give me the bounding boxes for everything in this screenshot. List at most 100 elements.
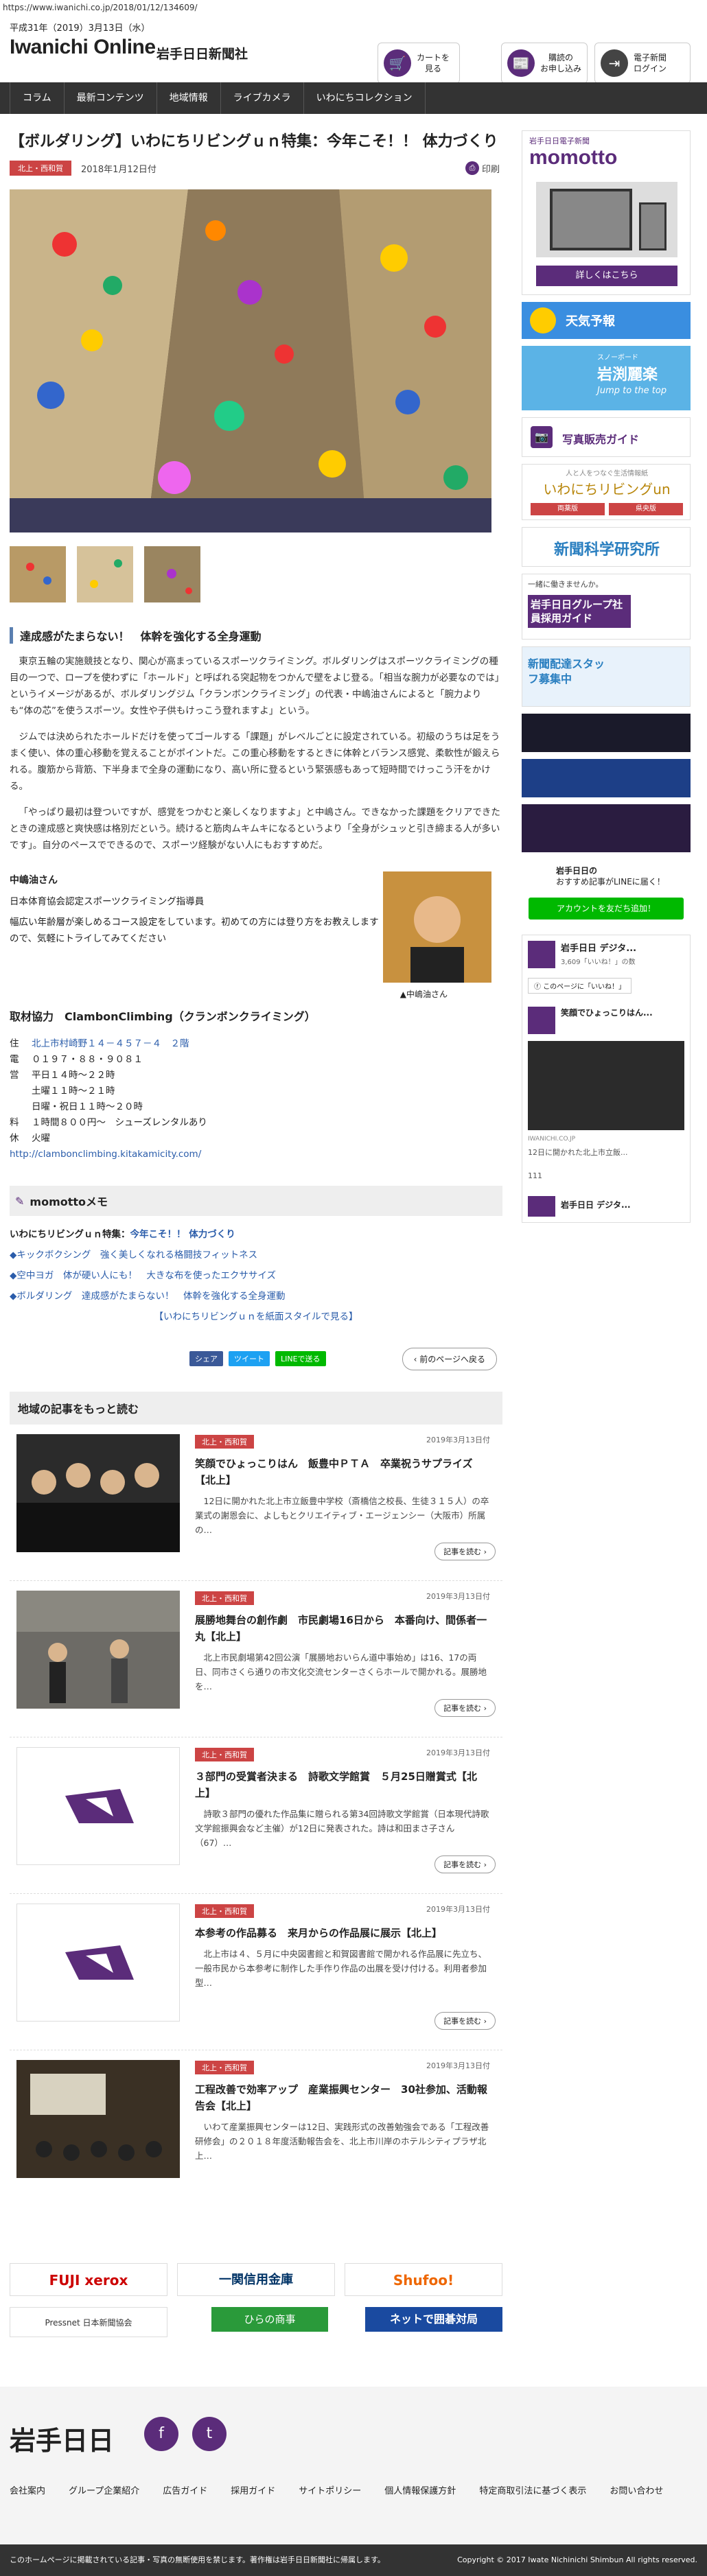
thumbnail-1[interactable]: [10, 546, 66, 602]
article-card[interactable]: 北上・西和賀 2019年3月13日付 本参考の作品募る 来月からの作品展に展示【…: [10, 1894, 502, 2050]
card-title[interactable]: 工程改善で効率アップ 産業振興センター 30社参加、活動報告会【北上】: [195, 2081, 490, 2114]
footer-link[interactable]: 特定商取引法に基づく表示: [479, 2480, 586, 2503]
footer-logo[interactable]: 岩手日日: [10, 2420, 114, 2457]
read-more-button[interactable]: 記事を読む ›: [434, 2012, 496, 2030]
facebook-share-button[interactable]: シェア: [189, 1351, 223, 1366]
cart-button[interactable]: 🛒 カートを 見る: [378, 43, 460, 84]
paper-style-link[interactable]: 【いわにちリビングｕｎを紙面スタイルで見る】: [10, 1307, 502, 1327]
footer-link[interactable]: サイトポリシー: [299, 2480, 361, 2503]
address-link[interactable]: 北上市村崎野１４－４５７－４ ２階: [32, 1036, 189, 1052]
card-title[interactable]: 本参考の作品募る 来月からの作品展に展示【北上】: [195, 1925, 490, 1941]
sponsor-ad[interactable]: Pressnet 日本新聞協会: [10, 2307, 167, 2337]
article-card[interactable]: 北上・西和賀 2019年3月13日付 笑顔でひょっこりはん 飯豊中ＰＴＡ 卒業祝…: [10, 1425, 502, 1581]
footer-link[interactable]: 採用ガイド: [231, 2480, 275, 2503]
card-excerpt: 北上市民劇場第42回公演「展勝地おいらん道中事始め」は16、17の両日、同市さく…: [195, 1652, 487, 1691]
sponsor-ad[interactable]: FUJI xerox: [10, 2263, 167, 2296]
info-hours: 土曜１１時～２１時: [32, 1086, 115, 1097]
sponsor-ad[interactable]: ネットで囲碁対局: [365, 2307, 502, 2332]
subscribe-button[interactable]: 📰 購読の お申し込み: [501, 43, 588, 84]
card-excerpt: 北上市は４、５月に中央図書館と和賀図書館で開かれる作品展に先立ち、一般市民から本…: [195, 1949, 487, 1988]
ad-4k-banner[interactable]: [522, 714, 691, 752]
article-photo[interactable]: [10, 189, 491, 532]
back-button[interactable]: ‹ 前のページへ戻る: [402, 1347, 497, 1370]
card-image-placeholder[interactable]: [16, 1904, 180, 2022]
footer-link[interactable]: お問い合わせ: [610, 2480, 663, 2503]
facebook-icon[interactable]: f: [144, 2417, 178, 2451]
print-button[interactable]: ⎙ 印刷: [465, 161, 500, 175]
iwabuchi-banner[interactable]: スノーボード 岩渕麗楽 Jump to the top: [522, 346, 691, 410]
card-category[interactable]: 北上・西和賀: [195, 2061, 254, 2074]
memo-lead-link[interactable]: 今年こそ！！ 体力づくり: [130, 1229, 235, 1240]
memo-heading-label: momottoメモ: [30, 1195, 108, 1208]
momotto-banner[interactable]: 岩手日日電子新聞 momotto 詳しくはこちら: [522, 130, 691, 295]
memo-link[interactable]: ◆ボルダリング 達成感がたまらない！ 体幹を強化する全身運動: [10, 1286, 502, 1307]
science-banner[interactable]: 新聞科学研究所: [522, 527, 691, 567]
photo-sales-banner[interactable]: 📷 写真販売ガイド: [522, 417, 691, 457]
read-more-button[interactable]: 記事を読む ›: [434, 1699, 496, 1717]
card-date: 2019年3月13日付: [426, 2061, 490, 2070]
line-send-button[interactable]: LINEで送る: [275, 1351, 326, 1366]
fb-page-name[interactable]: 岩手日日 デジタ...: [561, 941, 636, 954]
fb-like-button[interactable]: ⓕ このページに「いいね！」: [528, 978, 631, 994]
card-date: 2019年3月13日付: [426, 1592, 490, 1601]
read-more-button[interactable]: 記事を読む ›: [434, 1543, 496, 1560]
category-badge[interactable]: 北上・西和賀: [10, 161, 71, 176]
sponsor-ad[interactable]: Shufoo!: [345, 2263, 502, 2296]
card-date: 2019年3月13日付: [426, 1748, 490, 1757]
science-label: 新聞科学研究所: [553, 541, 660, 559]
fb-post-title[interactable]: 笑顔でひょっこりはん...: [561, 1007, 684, 1018]
footer-link[interactable]: 広告ガイド: [163, 2480, 207, 2503]
nav-livecam[interactable]: ライブカメラ: [221, 82, 304, 114]
website-link[interactable]: http://clambonclimbing.kitakamicity.com/: [10, 1147, 201, 1162]
twitter-tweet-button[interactable]: ツイート: [229, 1351, 270, 1366]
ad-trunkroom-banner[interactable]: [522, 804, 691, 852]
card-image-placeholder[interactable]: [16, 1747, 180, 1865]
thumbnail-3[interactable]: [144, 546, 200, 602]
nav-column[interactable]: コラム: [10, 82, 65, 114]
article-card[interactable]: 北上・西和賀 2019年3月13日付 ３部門の受賞者決まる 詩歌文学館賞 ５月2…: [10, 1737, 502, 1894]
card-category[interactable]: 北上・西和賀: [195, 1435, 254, 1449]
line-add-friend-button[interactable]: アカウントを友だち追加！: [529, 898, 684, 920]
staff-banner[interactable]: 新聞配達スタッフ募集中: [522, 646, 691, 707]
thumbnail-2[interactable]: [77, 546, 133, 602]
login-button[interactable]: ⇥ 電子新聞 ログイン: [594, 43, 691, 84]
twitter-icon[interactable]: t: [192, 2417, 227, 2451]
read-more-button[interactable]: 記事を読む ›: [434, 1855, 496, 1873]
nav-local[interactable]: 地域情報: [157, 82, 221, 114]
fb-page-name[interactable]: 岩手日日 デジタ...: [561, 1199, 631, 1210]
living-tab[interactable]: 県央版: [609, 503, 683, 515]
card-image[interactable]: [16, 2060, 180, 2178]
footer-link[interactable]: グループ企業紹介: [69, 2480, 139, 2503]
print-icon: ⎙: [465, 161, 479, 175]
card-category[interactable]: 北上・西和賀: [195, 1748, 254, 1761]
card-excerpt: いわて産業振興センターは12日、実践形式の改善勉強会である「工程改善研修会」の２…: [195, 2122, 489, 2161]
card-category[interactable]: 北上・西和賀: [195, 1591, 254, 1605]
recruit-banner[interactable]: 一緒に働きませんか。 岩手日日グループ社員採用ガイド: [522, 574, 691, 640]
article-card[interactable]: 北上・西和賀 2019年3月13日付 展勝地舞台の創作劇 市民劇場16日から 本…: [10, 1581, 502, 1737]
sponsor-ad[interactable]: 一関信用金庫: [177, 2263, 335, 2296]
memo-link[interactable]: ◆空中ヨガ 体が硬い人にも！ 大きな布を使ったエクササイズ: [10, 1265, 502, 1286]
living-tab[interactable]: 両薬版: [531, 503, 605, 515]
sponsor-ad[interactable]: ひらの商事: [211, 2307, 328, 2332]
card-title[interactable]: 笑顔でひょっこりはん 飯豊中ＰＴＡ 卒業祝うサプライズ【北上】: [195, 1455, 490, 1488]
card-image[interactable]: [16, 1434, 180, 1552]
card-image[interactable]: [16, 1591, 180, 1709]
site-logo[interactable]: Iwanichi Online: [10, 36, 156, 59]
weather-banner[interactable]: 天気予報: [522, 302, 691, 339]
footer-link[interactable]: 会社案内: [10, 2480, 45, 2503]
card-category[interactable]: 北上・西和賀: [195, 1904, 254, 1918]
nav-latest[interactable]: 最新コンテンツ: [65, 82, 157, 114]
read-more-label: 記事を読む: [443, 1860, 482, 1869]
card-title[interactable]: ３部門の受賞者決まる 詩歌文学館賞 ５月25日贈賞式【北上】: [195, 1768, 490, 1801]
device-illustration: [536, 182, 677, 257]
footer-link[interactable]: 個人情報保護方針: [384, 2480, 456, 2503]
living-banner[interactable]: 人と人をつなぐ生活情報紙 いわにちリビングun 両薬版 県央版: [522, 464, 691, 520]
momotto-cta-button[interactable]: 詳しくはこちら: [536, 266, 677, 286]
article-card[interactable]: 北上・西和賀 2019年3月13日付 工程改善で効率アップ 産業振興センター 3…: [10, 2050, 502, 2207]
ad-cloud-banner[interactable]: [522, 759, 691, 797]
fb-post-image[interactable]: [528, 1041, 684, 1130]
site-logo-jp[interactable]: 岩手日日新聞社: [157, 44, 248, 62]
card-title[interactable]: 展勝地舞台の創作劇 市民劇場16日から 本番向け、間係者一丸【北上】: [195, 1612, 490, 1645]
nav-collection[interactable]: いわにちコレクション: [304, 82, 426, 114]
memo-link[interactable]: ◆キックボクシング 強く美しくなれる格闘技フィットネス: [10, 1245, 502, 1265]
